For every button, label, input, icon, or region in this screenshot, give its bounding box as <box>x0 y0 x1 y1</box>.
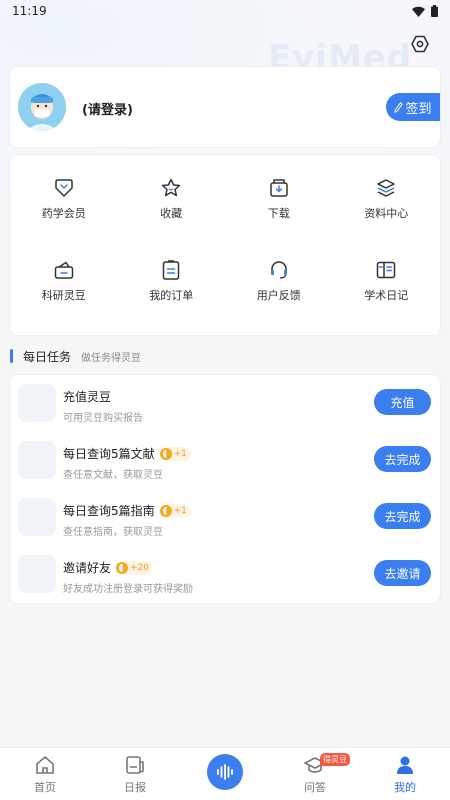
task-thumbnail <box>18 498 56 536</box>
task-title: 每日查询5篇文献 <box>63 447 155 461</box>
tab-qa[interactable]: 得灵豆 问答 <box>270 748 360 800</box>
task-description: 可用灵豆购买报告 <box>63 413 143 424</box>
soundwave-icon <box>217 764 233 780</box>
reward-amount: +20 <box>130 562 150 573</box>
task-title: 充值灵豆 <box>63 390 112 404</box>
grid-label: 资料中心 <box>364 207 409 220</box>
daily-tasks-card: 充值灵豆 可用灵豆购买报告 充值 每日查询5篇文献 +1 查任意文献，获取灵豆 … <box>10 375 440 603</box>
bean-coin-icon <box>159 447 172 460</box>
grid-label: 科研灵豆 <box>41 289 86 302</box>
status-bar: 11:19 <box>0 0 450 22</box>
tab-daily[interactable]: 日报 <box>90 748 180 800</box>
headset-icon <box>268 259 290 281</box>
tab-label: 日报 <box>124 780 146 794</box>
task-thumbnail <box>18 384 56 422</box>
reward-badge: +1 <box>158 503 191 518</box>
task-description: 查任意指南，获取灵豆 <box>63 527 163 538</box>
settings-icon <box>411 35 429 53</box>
task-item-invite-friends: 邀请好友 +20 好友成功注册登录可获得奖励 去邀请 <box>10 546 440 602</box>
grid-item-my-orders[interactable]: 我的订单 <box>118 259 226 303</box>
checkin-label: 签到 <box>405 101 432 117</box>
star-icon <box>160 177 182 199</box>
task-item-recharge: 充值灵豆 可用灵豆购买报告 充值 <box>10 375 440 431</box>
user-icon <box>394 754 416 776</box>
feature-grid-card: 药学会员 收藏 下载 资料中心 科研灵豆 我的订单 用户反馈 学术日记 <box>10 155 440 335</box>
diary-icon <box>375 259 397 281</box>
reward-badge: +20 <box>115 560 154 575</box>
status-time: 11:19 <box>12 4 47 18</box>
grid-item-academic-diary[interactable]: 学术日记 <box>333 259 441 303</box>
daily-tasks-title: 每日任务 <box>23 349 72 364</box>
task-title: 邀请好友 <box>63 561 112 575</box>
grid-label: 药学会员 <box>41 207 86 220</box>
voice-button[interactable] <box>207 754 243 790</box>
vip-heart-icon <box>53 177 75 199</box>
invite-button[interactable]: 去邀请 <box>374 560 431 586</box>
doctor-avatar-icon <box>18 83 66 131</box>
grid-item-research-beans[interactable]: 科研灵豆 <box>10 259 118 303</box>
download-icon <box>268 177 290 199</box>
reward-badge: +1 <box>158 446 191 461</box>
tab-label: 首页 <box>34 780 56 794</box>
avatar[interactable] <box>18 83 66 131</box>
checkin-button[interactable]: 签到 <box>386 93 440 121</box>
task-description: 好友成功注册登录可获得奖励 <box>63 584 193 595</box>
grid-item-resource-center[interactable]: 资料中心 <box>333 177 441 221</box>
task-thumbnail <box>18 441 56 479</box>
task-description: 查任意文献，获取灵豆 <box>63 470 163 481</box>
task-title-row: 每日查询5篇指南 +1 <box>63 502 191 519</box>
grid-label: 我的订单 <box>149 289 194 302</box>
task-title: 每日查询5篇指南 <box>63 504 155 518</box>
task-item-query-guidelines: 每日查询5篇指南 +1 查任意指南，获取灵豆 去完成 <box>10 489 440 545</box>
battery-icon <box>431 5 438 17</box>
tab-label: 我的 <box>394 780 416 794</box>
grid-item-pharmacy-member[interactable]: 药学会员 <box>10 177 118 221</box>
status-icons <box>412 5 438 17</box>
recharge-button[interactable]: 充值 <box>374 389 431 415</box>
bean-coin-icon <box>116 561 129 574</box>
home-icon <box>34 754 56 776</box>
feature-grid: 药学会员 收藏 下载 资料中心 科研灵豆 我的订单 用户反馈 学术日记 <box>10 177 440 303</box>
grid-label: 收藏 <box>160 207 183 220</box>
tab-mine[interactable]: 我的 <box>360 748 450 800</box>
daily-tasks-header: 每日任务 做任务得灵豆 <box>10 348 141 364</box>
section-accent-bar <box>10 349 13 363</box>
complete-button[interactable]: 去完成 <box>374 446 431 472</box>
qa-reward-badge: 得灵豆 <box>320 753 350 766</box>
daily-tasks-subtitle: 做任务得灵豆 <box>81 352 142 364</box>
profile-card: (请登录) 签到 <box>10 67 440 147</box>
grid-item-favorites[interactable]: 收藏 <box>118 177 226 221</box>
settings-button[interactable] <box>409 33 431 55</box>
task-title-row: 每日查询5篇文献 +1 <box>63 445 191 462</box>
bean-coin-icon <box>159 504 172 517</box>
task-title-row: 邀请好友 +20 <box>63 559 154 576</box>
grid-item-download[interactable]: 下载 <box>225 177 333 221</box>
grid-label: 学术日记 <box>364 289 409 302</box>
wallet-icon <box>53 259 75 281</box>
pencil-icon <box>394 101 404 113</box>
reward-amount: +1 <box>173 505 187 516</box>
newspaper-icon <box>124 754 146 776</box>
complete-button[interactable]: 去完成 <box>374 503 431 529</box>
task-title-row: 充值灵豆 <box>63 388 111 405</box>
tab-label: 问答 <box>304 780 326 794</box>
grid-label: 用户反馈 <box>256 289 301 302</box>
grid-item-feedback[interactable]: 用户反馈 <box>225 259 333 303</box>
reward-amount: +1 <box>173 448 187 459</box>
login-prompt[interactable]: (请登录) <box>82 99 133 118</box>
bottom-tab-bar: 首页 日报 得灵豆 问答 我的 <box>0 747 450 800</box>
tab-home[interactable]: 首页 <box>0 748 90 800</box>
grid-label: 下载 <box>267 207 290 220</box>
tab-voice[interactable] <box>180 748 270 800</box>
layers-icon <box>375 177 397 199</box>
order-icon <box>160 259 182 281</box>
task-thumbnail <box>18 555 56 593</box>
task-item-query-literature: 每日查询5篇文献 +1 查任意文献，获取灵豆 去完成 <box>10 432 440 488</box>
wifi-icon <box>412 6 425 17</box>
